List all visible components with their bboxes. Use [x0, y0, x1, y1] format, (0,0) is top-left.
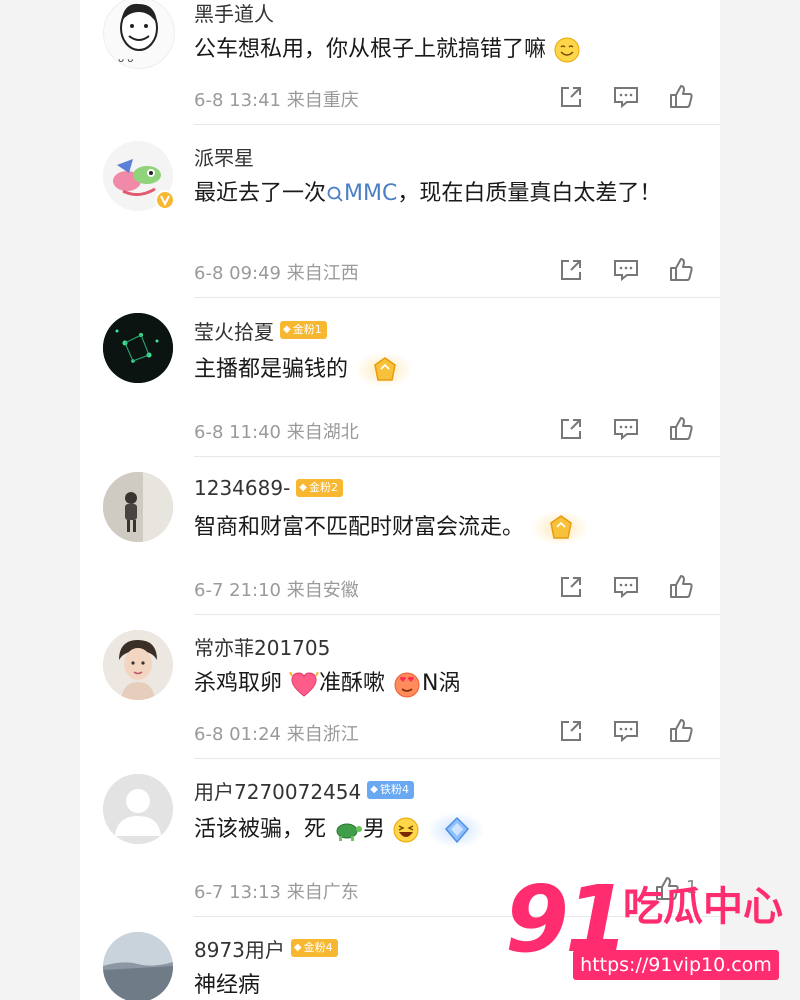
- share-icon[interactable]: [556, 572, 586, 602]
- avatar[interactable]: ᴗ ᴗ: [103, 0, 175, 69]
- comment-text: 公车想私用，你从根子上就搞错了嘛: [194, 32, 709, 68]
- timestamp: 6-8 13:41 来自重庆: [194, 90, 359, 111]
- heart-eyes-emoji-icon: [394, 672, 420, 698]
- username[interactable]: 黑手道人: [194, 0, 274, 27]
- iron-fan-decoration-icon: [427, 810, 486, 850]
- smile-emoji-icon: [554, 37, 580, 63]
- share-icon[interactable]: [556, 716, 586, 746]
- share-icon[interactable]: [556, 414, 586, 444]
- avatar[interactable]: [103, 774, 173, 844]
- like-icon[interactable]: [666, 82, 696, 112]
- comment-icon[interactable]: [611, 572, 641, 602]
- comment-icon[interactable]: [611, 716, 641, 746]
- comment-text: 最近去了一次 MMC，现在白质量真白太差了！: [194, 181, 662, 206]
- search-icon: [327, 186, 343, 202]
- gold-fan-decoration-icon: [355, 350, 414, 390]
- fan-badge: ◆ 金粉4: [290, 939, 338, 957]
- fan-badge: ◆ 金粉1: [280, 321, 327, 339]
- comment-text: 智商和财富不匹配时财富会流走。: [194, 508, 709, 548]
- heart-emoji-icon: [289, 671, 319, 697]
- username[interactable]: 常亦菲201705: [194, 632, 330, 661]
- like-icon[interactable]: [666, 414, 696, 444]
- divider: [194, 297, 720, 298]
- username[interactable]: 派罘星: [194, 142, 254, 171]
- turtle-emoji-icon: [336, 823, 363, 841]
- verified-icon: [155, 190, 175, 210]
- like-icon[interactable]: [666, 572, 696, 602]
- fan-badge: ◆ 金粉2: [296, 479, 343, 497]
- svg-text:ᴗ ᴗ: ᴗ ᴗ: [118, 54, 133, 65]
- comment-text: 杀鸡取卵 准酥嗽 N涡: [194, 666, 709, 702]
- avatar[interactable]: [103, 630, 173, 700]
- comment-icon[interactable]: [611, 82, 641, 112]
- username[interactable]: 用户7270072454: [194, 776, 361, 805]
- share-icon[interactable]: [556, 255, 586, 285]
- divider: [194, 614, 720, 615]
- divider: [194, 456, 720, 457]
- avatar[interactable]: [103, 932, 173, 1000]
- watermark-url: https://91vip10.com: [573, 950, 779, 980]
- like-icon[interactable]: [666, 255, 696, 285]
- username[interactable]: 8973用户: [194, 934, 285, 963]
- divider: [194, 124, 720, 125]
- comment-text: 主播都是骗钱的: [194, 350, 709, 390]
- like-icon[interactable]: [666, 716, 696, 746]
- divider: [194, 758, 720, 759]
- timestamp: 6-8 11:40 来自湖北: [194, 422, 359, 443]
- comment-icon[interactable]: [611, 414, 641, 444]
- timestamp: 6-8 09:49 来自江西: [194, 263, 359, 284]
- site-watermark: 91 吃瓜中心 https://91vip10.com: [505, 870, 795, 990]
- timestamp: 6-7 13:13 来自广东: [194, 882, 359, 903]
- watermark-brand-text: 吃瓜中心: [623, 884, 783, 930]
- username[interactable]: 1234689-: [194, 476, 290, 500]
- topic-link[interactable]: MMC: [326, 181, 397, 206]
- share-icon[interactable]: [556, 82, 586, 112]
- comment-icon[interactable]: [611, 255, 641, 285]
- fan-badge: ◆ 铁粉4: [367, 781, 414, 799]
- timestamp: 6-8 01:24 来自浙江: [194, 724, 359, 745]
- avatar[interactable]: [103, 313, 173, 383]
- comment-text: 活该被骗，死 男: [194, 810, 709, 850]
- avatar[interactable]: [103, 472, 173, 542]
- comment-list: ᴗ ᴗ 黑手道人 公车想私用，你从根子上就搞错了嘛 6-8 13:41 来自重庆: [80, 0, 720, 1000]
- gold-fan-decoration-icon: [531, 508, 590, 548]
- timestamp: 6-7 21:10 来自安徽: [194, 580, 359, 601]
- laughing-emoji-icon: [393, 817, 419, 843]
- username[interactable]: 莹火拾夏: [194, 316, 274, 345]
